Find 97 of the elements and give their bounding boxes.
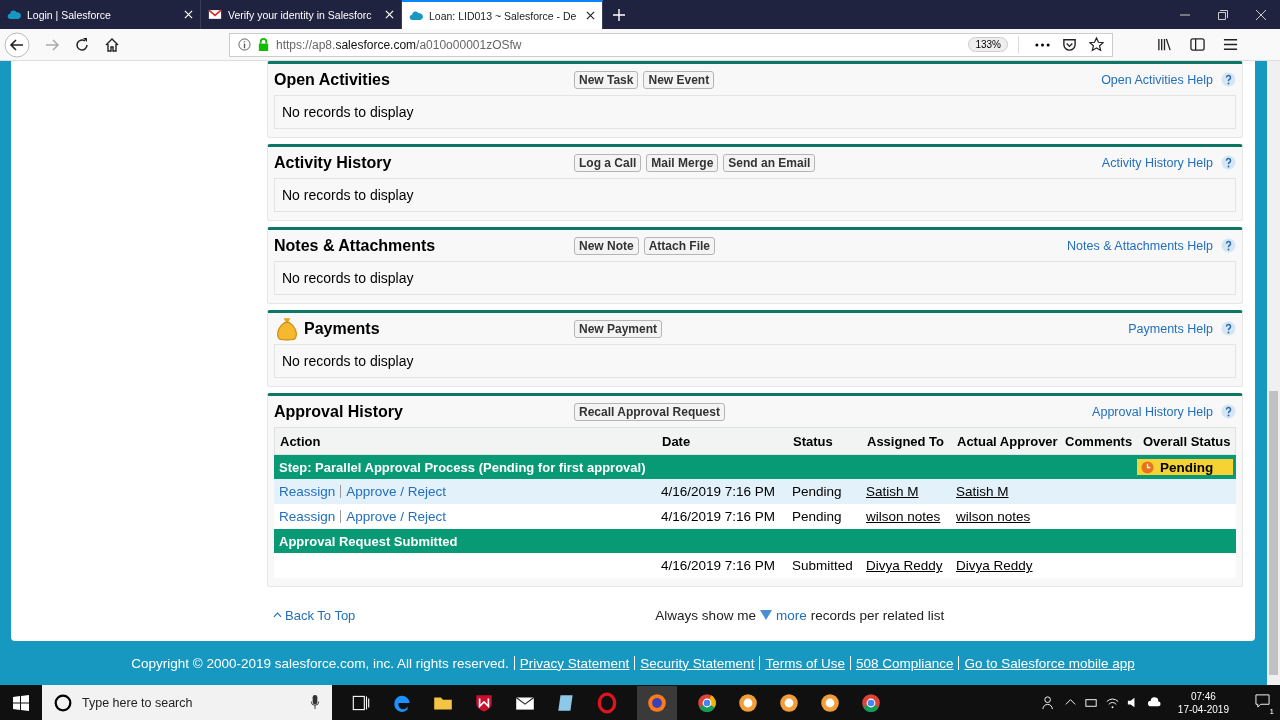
home-icon[interactable] — [104, 36, 120, 53]
url-text: https://ap8.salesforce.com/a010o00001zOSfw — [276, 37, 523, 52]
pocket-icon[interactable] — [1062, 37, 1077, 52]
tab-title: Loan: LID013 ~ Salesforce - De — [429, 9, 578, 22]
wifi-icon[interactable] — [1104, 695, 1120, 710]
action-link[interactable]: Reassign — [279, 509, 336, 524]
user-link[interactable]: wilson notes — [956, 509, 1031, 524]
action-button[interactable]: New Event — [643, 70, 715, 89]
back-icon[interactable] — [4, 31, 30, 58]
table-cell-text: Pending — [791, 509, 843, 524]
action-button[interactable]: Recall Approval Request — [574, 402, 725, 421]
more-icon[interactable] — [1035, 42, 1050, 47]
label-text: Always show me — [655, 607, 756, 623]
triangle-icon[interactable] — [759, 610, 772, 620]
action-button[interactable]: New Payment — [574, 319, 663, 338]
table-cell-text: 4/16/2019 7:16 PM — [660, 509, 777, 524]
column-header: Overall Status — [1142, 433, 1232, 449]
action-button[interactable]: Send an Email — [723, 153, 816, 172]
label-text: records per related list — [810, 607, 945, 623]
column-header: Action — [279, 433, 322, 449]
section-title: Activity History — [274, 153, 392, 172]
library-icon[interactable] — [1157, 37, 1172, 52]
column-header: Comments — [1064, 433, 1134, 449]
action-link[interactable]: Approve / Reject — [346, 509, 447, 524]
empty-message: No records to display — [282, 187, 414, 203]
tab-title: Verify your identity in Salesforc — [228, 8, 373, 21]
help-icon[interactable] — [1221, 155, 1236, 170]
microphone-icon[interactable] — [310, 695, 320, 710]
more-link[interactable]: more — [775, 607, 807, 623]
help-link[interactable]: Approval History Help — [1092, 404, 1213, 419]
zoom-badge[interactable]: 133% — [968, 37, 1008, 52]
table-cell-text: Submitted — [791, 558, 854, 573]
notification-button[interactable]: 1 — [1245, 693, 1280, 712]
help-link[interactable]: Notes & Attachments Help — [1067, 238, 1213, 253]
action-link[interactable]: Approve / Reject — [346, 484, 447, 499]
caret-up-icon — [273, 612, 282, 618]
menu-icon[interactable] — [1223, 37, 1238, 52]
search-field[interactable]: Type here to search — [42, 685, 332, 720]
action-link[interactable]: Reassign — [279, 484, 336, 499]
table-cell-text: 4/16/2019 7:16 PM — [660, 484, 777, 499]
empty-message: No records to display — [282, 104, 414, 120]
speech-bubble-icon — [1255, 693, 1270, 708]
cloud-icon — [409, 10, 423, 21]
tab-title: Login | Salesforce — [27, 8, 112, 21]
step-title: Step: Parallel Approval Process (Pending for first approval) — [278, 459, 647, 475]
user-link[interactable]: Divya Reddy — [956, 558, 1033, 573]
section-title: Payments — [304, 319, 380, 338]
star-icon[interactable] — [1089, 37, 1104, 52]
user-link[interactable]: Satish M — [866, 484, 919, 499]
action-button[interactable]: Attach File — [643, 236, 716, 255]
empty-message: No records to display — [282, 353, 414, 369]
cloud-icon — [7, 9, 21, 20]
table-cell-text: 4/16/2019 7:16 PM — [660, 558, 777, 573]
mail-icon — [208, 9, 222, 20]
step-title: Approval Request Submitted — [278, 533, 459, 549]
new-tab-icon[interactable] — [613, 8, 625, 21]
address-bar[interactable]: https://ap8.salesforce.com/a010o00001zOSfw 133% — [229, 32, 1113, 57]
restore-icon[interactable] — [1218, 9, 1228, 20]
clock-text[interactable]: 07:46 17-04-2019 — [1177, 689, 1229, 716]
sidebar-icon[interactable] — [1190, 37, 1205, 52]
column-header: Actual Approver — [956, 433, 1059, 449]
user-link[interactable]: Divya Reddy — [866, 558, 943, 573]
column-header: Assigned To — [866, 433, 946, 449]
back-to-top-link[interactable]: Back To Top — [273, 607, 356, 623]
help-link[interactable]: Open Activities Help — [1101, 72, 1213, 87]
scrollbar[interactable] — [1267, 61, 1280, 685]
browser-tab[interactable]: Loan: LID013 ~ Salesforce - De — [402, 0, 603, 29]
help-icon[interactable] — [1221, 238, 1236, 253]
table-cell-text: Pending — [791, 484, 843, 499]
windows-start-icon[interactable] — [13, 694, 29, 711]
user-link[interactable]: wilson notes — [866, 509, 941, 524]
info-icon[interactable] — [238, 38, 251, 51]
column-header: Status — [792, 433, 834, 449]
help-link[interactable]: Activity History Help — [1101, 155, 1213, 170]
scrollbar-thumb[interactable] — [1269, 391, 1278, 675]
lock-icon — [257, 38, 270, 51]
help-icon[interactable] — [1221, 404, 1236, 419]
reload-icon[interactable] — [74, 36, 90, 53]
column-header: Date — [661, 433, 692, 449]
section-title: Open Activities — [274, 70, 390, 89]
status-text: Pending — [1160, 459, 1214, 475]
user-link[interactable]: Satish M — [956, 484, 1009, 499]
section-title: Notes & Attachments — [274, 236, 436, 255]
help-icon[interactable] — [1221, 72, 1236, 87]
action-button[interactable]: New Task — [574, 70, 639, 89]
help-link[interactable]: Payments Help — [1128, 321, 1213, 336]
action-button[interactable]: Log a Call — [574, 153, 642, 172]
help-icon[interactable] — [1221, 321, 1236, 336]
empty-message: No records to display — [282, 270, 414, 286]
copyright-text: Copyright © 2000-2019 salesforce.com, inc. All rights reserved. — [131, 655, 509, 671]
clock-icon — [1141, 460, 1154, 474]
section-title: Approval History — [274, 402, 403, 421]
money-bag-icon — [274, 315, 300, 342]
action-button[interactable]: New Note — [574, 236, 639, 255]
action-button[interactable]: Mail Merge — [646, 153, 719, 172]
search-icon — [54, 693, 72, 712]
close-icon[interactable] — [586, 11, 595, 20]
